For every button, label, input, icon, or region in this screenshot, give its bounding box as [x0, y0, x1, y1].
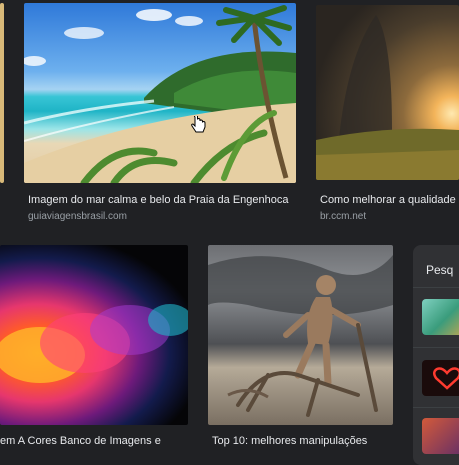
- result-title[interactable]: Top 10: melhores manipulações: [212, 434, 392, 448]
- result-title[interactable]: Imagem do mar calma e belo da Praia da E…: [28, 193, 294, 207]
- related-search-thumb[interactable]: [422, 360, 459, 396]
- result-title[interactable]: em A Cores Banco de Imagens e: [0, 434, 186, 448]
- result-source: br.ccm.net: [320, 211, 367, 222]
- related-search-thumb[interactable]: [422, 418, 459, 454]
- heart-icon: [433, 367, 459, 390]
- related-search-thumb[interactable]: [422, 299, 459, 335]
- panel-title: Pesq: [426, 263, 454, 277]
- result-image-partial[interactable]: [0, 3, 4, 183]
- result-source: guiaviagensbrasil.com: [28, 211, 127, 222]
- beach-image[interactable]: [24, 3, 296, 183]
- related-searches-panel: Pesq: [413, 245, 459, 465]
- sunset-grass-image[interactable]: [316, 5, 459, 180]
- panel-divider: [413, 287, 459, 288]
- color-powder-image[interactable]: [0, 245, 188, 425]
- hand-pointer-icon: [191, 116, 206, 133]
- wooden-bicycle-man-image[interactable]: [208, 245, 393, 425]
- result-title[interactable]: Como melhorar a qualidade: [320, 193, 459, 207]
- panel-divider: [413, 407, 459, 408]
- panel-divider: [413, 347, 459, 348]
